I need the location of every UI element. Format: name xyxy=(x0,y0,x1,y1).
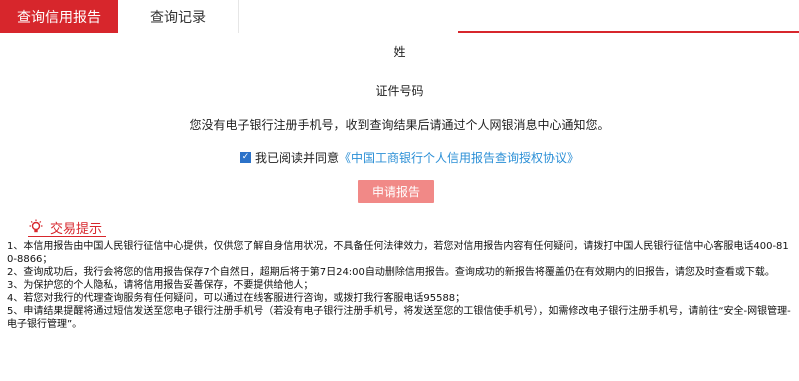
tip-item: 4、若您对我行的代理查询服务有任何疑问，可以通过在线客服进行咨询，或拨打我行客服… xyxy=(7,293,466,304)
agree-prefix-text: 我已阅读并同意 xyxy=(255,150,340,165)
tip-item: 1、本信用报告由中国人民银行征信中心提供，仅供您了解自身信用状况，不具备任何法律… xyxy=(7,241,789,265)
tab-query-records[interactable]: 查询记录 xyxy=(118,0,239,33)
name-label: 姓 xyxy=(393,45,406,59)
id-number-label: 证件号码 xyxy=(375,84,424,98)
apply-report-button[interactable]: 申请报告 xyxy=(358,180,434,203)
tip-item: 2、查询成功后，我行会将您的信用报告保存7个自然日，超期后将于第7日24:00自… xyxy=(7,267,775,278)
notification-notice: 您没有电子银行注册手机号，收到查询结果后请通过个人网银消息中心通知您。 xyxy=(189,118,610,132)
tab-divider-line xyxy=(458,31,799,33)
tab-bar: 查询信用报告 查询记录 xyxy=(0,0,799,33)
checkmark-icon: ✓ xyxy=(241,151,250,162)
tips-underline xyxy=(28,236,106,237)
agreement-link[interactable]: 《中国工商银行个人信用报告查询授权协议》 xyxy=(339,149,579,166)
lightbulb-icon xyxy=(29,219,43,233)
agree-checkbox[interactable]: ✓ xyxy=(240,151,251,163)
tab-query-credit-report[interactable]: 查询信用报告 xyxy=(0,0,118,33)
tip-item: 5、申请结果提醒将通过短信发送至您电子银行注册手机号（若没有电子银行注册手机号，… xyxy=(7,306,791,330)
tips-title: 交易提示 xyxy=(50,221,103,237)
agreement-row: ✓ 我已阅读并同意 《中国工商银行个人信用报告查询授权协议》 xyxy=(240,149,579,165)
tips-header: 交易提示 xyxy=(28,218,103,237)
tip-item: 3、为保护您的个人隐私，请将信用报告妥善保存，不要提供给他人； xyxy=(7,280,314,291)
tips-list: 1、本信用报告由中国人民银行征信中心提供，仅供您了解自身信用状况，不具备任何法律… xyxy=(7,240,793,331)
